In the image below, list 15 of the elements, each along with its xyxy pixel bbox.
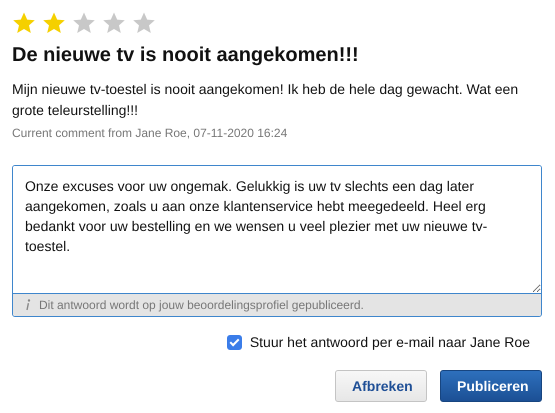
cancel-button[interactable]: Afbreken (335, 370, 427, 402)
star-icon (42, 11, 66, 35)
star-icon (102, 11, 126, 35)
info-icon (25, 299, 31, 311)
email-option-label[interactable]: Stuur het antwoord per e-mail naar Jane Roe (250, 334, 530, 350)
reply-field[interactable]: Onze excuses voor uw ongemak. Gelukkig is uw tv slechts een dag later aangekomen, zoals u aan onze klantenservice hebt meegedeeld. Heel erg bedankt voor uw bestelling en we wensen u veel plezier met uw nieuwe tv-toestel. Dit antwoord wordt op jouw beoordelingsprofiel gepubliceerd. (12, 165, 542, 317)
comment-meta: Current comment from Jane Roe, 07-11-2020 16:24 (12, 126, 288, 140)
star-icon (132, 11, 156, 35)
star-icon (72, 11, 96, 35)
review-title: De nieuwe tv is nooit aangekomen!!! (12, 44, 360, 67)
hint-text: Dit antwoord wordt op jouw beoordelingsprofiel gepubliceerd. (39, 298, 364, 312)
email-checkbox[interactable] (226, 334, 242, 350)
publish-button[interactable]: Publiceren (440, 370, 542, 402)
review-text: Mijn nieuwe tv-toestel is nooit aangekomen! Ik heb de hele dag gewacht. Wat een grote teleurstelling!!! (12, 80, 520, 120)
star-icon (12, 11, 36, 35)
